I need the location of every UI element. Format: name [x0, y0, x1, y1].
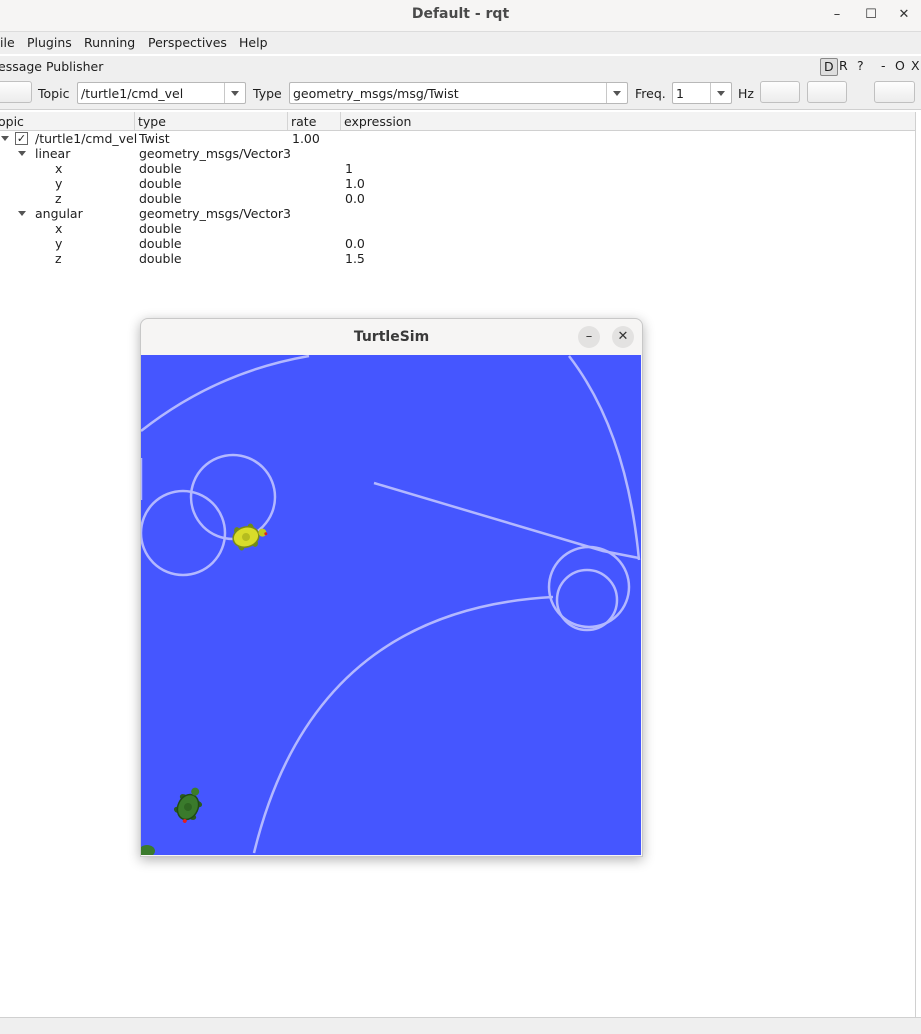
chevron-down-icon[interactable]: [224, 83, 245, 103]
freq-label: Freq.: [635, 86, 666, 101]
row-topic[interactable]: linear: [35, 146, 70, 161]
menu-plugins[interactable]: Plugins: [27, 35, 72, 50]
turtlesim-minimize-button[interactable]: –: [578, 326, 600, 348]
freq-value: 1: [676, 86, 684, 101]
type-label: Type: [253, 86, 282, 101]
column-rate[interactable]: rate: [291, 114, 316, 129]
add-publisher-button[interactable]: [760, 81, 800, 103]
turtlesim-close-button[interactable]: ✕: [612, 326, 634, 348]
expand-arrow-icon[interactable]: [18, 211, 26, 216]
column-divider[interactable]: [340, 112, 341, 130]
chevron-down-icon[interactable]: [710, 83, 731, 103]
row-type: geometry_msgs/Vector3: [139, 206, 291, 221]
plugin-header: essage Publisher D R ? - O X: [0, 56, 921, 78]
row-topic[interactable]: /turtle1/cmd_vel: [35, 131, 137, 146]
status-bar: [0, 1017, 921, 1034]
type-combobox[interactable]: geometry_msgs/msg/Twist: [289, 82, 628, 104]
row-expression[interactable]: 0.0: [345, 191, 365, 206]
type-value: geometry_msgs/msg/Twist: [293, 86, 459, 101]
menu-bar: ile Plugins Running Perspectives Help: [0, 32, 921, 54]
row-type: double: [139, 221, 182, 236]
column-divider[interactable]: [287, 112, 288, 130]
clear-button[interactable]: [874, 81, 915, 103]
topic-combobox[interactable]: /turtle1/cmd_vel: [77, 82, 246, 104]
topic-label: Topic: [38, 86, 70, 101]
maximize-button[interactable]: ☐: [860, 5, 882, 25]
row-type: Twist: [139, 131, 170, 146]
dock-float-button[interactable]: O: [895, 58, 905, 74]
dock-close-button[interactable]: X: [911, 58, 920, 74]
row-topic[interactable]: x: [55, 161, 62, 176]
publisher-toolbar: Topic /turtle1/cmd_vel Type geometry_msg…: [0, 78, 921, 110]
row-type: geometry_msgs/Vector3: [139, 146, 291, 161]
refresh-button[interactable]: [0, 81, 32, 103]
dock-reload-button[interactable]: R: [839, 58, 848, 74]
column-expression[interactable]: expression: [344, 114, 411, 129]
hz-label: Hz: [738, 86, 754, 101]
publish-checkbox[interactable]: ✓: [15, 132, 28, 145]
window-titlebar: Default - rqt – ☐ ✕: [0, 0, 921, 32]
row-topic[interactable]: x: [55, 221, 62, 236]
chevron-down-icon[interactable]: [606, 83, 627, 103]
row-expression[interactable]: 1.0: [345, 176, 365, 191]
expand-arrow-icon[interactable]: [1, 136, 9, 141]
expand-arrow-icon[interactable]: [18, 151, 26, 156]
row-expression[interactable]: 0.0: [345, 236, 365, 251]
row-topic[interactable]: y: [55, 236, 62, 251]
dock-d-button[interactable]: D: [820, 58, 838, 76]
turtlesim-window[interactable]: TurtleSim – ✕: [140, 318, 643, 857]
turtlesim-canvas: [141, 355, 641, 855]
canvas-background: [141, 355, 641, 855]
row-expression[interactable]: 1.5: [345, 251, 365, 266]
row-expression[interactable]: 1: [345, 161, 353, 176]
window-title: Default - rqt: [411, 6, 510, 22]
column-topic[interactable]: opic: [0, 114, 24, 129]
row-topic[interactable]: y: [55, 176, 62, 191]
remove-publisher-button[interactable]: [807, 81, 847, 103]
menu-running[interactable]: Running: [84, 35, 135, 50]
minimize-button[interactable]: –: [826, 5, 848, 25]
row-topic[interactable]: z: [55, 191, 62, 206]
row-type: double: [139, 251, 182, 266]
row-type: double: [139, 236, 182, 251]
column-divider[interactable]: [134, 112, 135, 130]
dock-minimize-button[interactable]: -: [881, 58, 886, 74]
menu-perspectives[interactable]: Perspectives: [148, 35, 227, 50]
row-type: double: [139, 191, 182, 206]
freq-combobox[interactable]: 1: [672, 82, 732, 104]
plugin-title: essage Publisher: [0, 59, 104, 74]
turtlesim-title: TurtleSim: [353, 329, 430, 345]
close-button[interactable]: ✕: [893, 5, 915, 25]
row-type: double: [139, 161, 182, 176]
dock-help-button[interactable]: ?: [857, 58, 864, 74]
menu-file[interactable]: ile: [0, 35, 15, 50]
row-rate[interactable]: 1.00: [292, 131, 320, 146]
turtlesim-titlebar[interactable]: TurtleSim – ✕: [141, 319, 642, 355]
column-type[interactable]: type: [138, 114, 166, 129]
row-topic[interactable]: z: [55, 251, 62, 266]
topic-value: /turtle1/cmd_vel: [81, 86, 184, 101]
row-topic[interactable]: angular: [35, 206, 83, 221]
row-type: double: [139, 176, 182, 191]
menu-help[interactable]: Help: [239, 35, 268, 50]
tree-header: opic type rate expression: [0, 112, 915, 131]
